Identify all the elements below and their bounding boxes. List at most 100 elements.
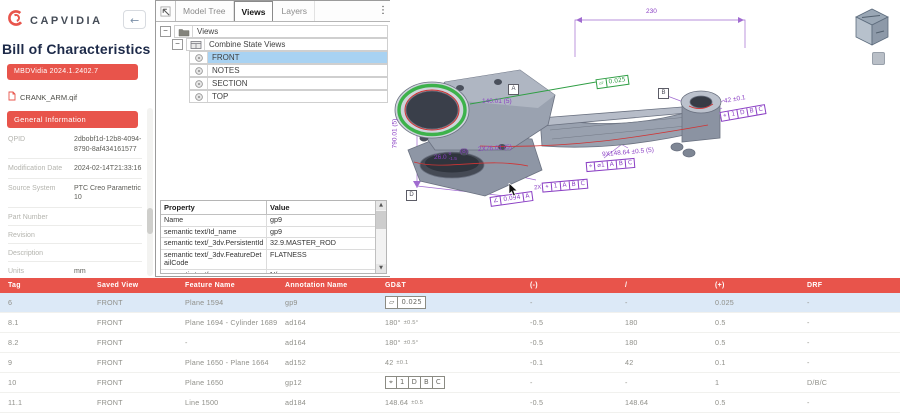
dim-790-01[interactable]: 790.01 (5) <box>391 119 398 149</box>
tab-layers[interactable]: Layers <box>274 1 315 21</box>
mouse-cursor <box>508 182 519 202</box>
cell-nominal: 180 <box>625 338 638 347</box>
tab-views[interactable]: Views <box>233 1 274 21</box>
tree-view-top[interactable]: TOP <box>189 90 390 103</box>
cell-minus: - <box>530 378 533 387</box>
scrollbar-thumb[interactable] <box>147 208 153 234</box>
file-item[interactable]: CRANK_ARM.qif <box>8 91 77 103</box>
info-value: mm <box>74 267 86 275</box>
fcf-segment: C <box>758 105 764 114</box>
panel-menu-icon[interactable]: ⋮ <box>376 1 390 21</box>
view-icon <box>194 92 203 101</box>
tab-model-tree[interactable]: Model Tree <box>176 1 234 21</box>
crank-arm-model[interactable] <box>390 0 900 278</box>
info-label: QPID <box>8 136 26 143</box>
col-header--: (-) <box>530 282 538 289</box>
datum-d[interactable]: D <box>406 190 417 201</box>
property-row-semantic-text-3dv-persistentid[interactable]: semantic text/_3dv.PersistentId 32.9.MAST… <box>161 238 376 250</box>
page-title: Bill of Characteristics <box>2 41 151 57</box>
view-icon <box>194 53 203 62</box>
tree-root-views[interactable]: − Views <box>160 25 390 38</box>
boc-row-8-1[interactable]: 8.1 FRONT Plane 1694 - Cylinder 1689 ad164 1… <box>0 313 900 333</box>
dim-text: 26.0 <box>434 154 447 162</box>
cell-annotation-name: gp9 <box>285 298 298 307</box>
boc-row-9[interactable]: 9 FRONT Plane 1650 - Plane 1664 ad152 42 ±0.1… <box>0 353 900 373</box>
cell-feature-name: Line 1500 <box>185 398 219 407</box>
fcf-segment: A <box>524 192 530 200</box>
property-row-semantic-text-3dv-featuredetailcode[interactable]: semantic text/_3dv.FeatureDetailCode FLAT… <box>161 249 376 270</box>
general-information-header[interactable]: General Information <box>7 111 138 128</box>
viewport-3d[interactable]: 230 140.01 (5) 790.01 (5) 26.0 0 -1.5 (8) 2X76.… <box>390 0 900 278</box>
property-value: FLATNESS <box>266 249 376 269</box>
datum-a[interactable]: A <box>508 84 519 95</box>
views-tree: − Views − Combine State Views FRONT NOTES SECT… <box>156 22 390 103</box>
property-row-semantic-text-id-name[interactable]: semantic text/Id_name gp9 <box>161 226 376 238</box>
cell-tag: 11.1 <box>8 398 23 407</box>
fcf-segment: ⌀1 <box>595 161 609 171</box>
back-button[interactable]: ← <box>123 10 146 29</box>
cell-feature-name: Plane 1594 <box>185 298 224 307</box>
cell-plus: 0.025 <box>715 298 734 307</box>
cell-feature-name: Plane 1694 - Cylinder 1689 <box>185 318 278 327</box>
boc-row-8-2[interactable]: 8.2 FRONT - ad164 180° ±0.5° -0.5 180 0.5- <box>0 333 900 353</box>
scrollbar-thumb[interactable] <box>376 211 386 229</box>
property-grid-scrollbar[interactable]: ▲ ▼ <box>375 201 386 273</box>
tree-group-combine-state-views[interactable]: − Combine State Views <box>172 38 390 51</box>
gdt-tolerance: ±0.5° <box>403 319 419 326</box>
collapse-icon[interactable]: − <box>160 26 171 37</box>
info-label: Modification Date <box>8 165 63 172</box>
col-header--: / <box>625 282 628 289</box>
cell-nominal: 180 <box>625 318 638 327</box>
tree-view-section[interactable]: SECTION <box>189 77 390 90</box>
datum-b[interactable]: B <box>658 88 669 99</box>
col-header-drf: DRF <box>807 282 823 289</box>
info-label: Units <box>8 267 24 275</box>
cell-gdt: ⌖ 1 D B C <box>385 376 530 389</box>
cell-tag: 8.2 <box>8 338 19 347</box>
boc-table-header: Tag Saved View Feature Name Annotation Name… <box>0 278 900 293</box>
ref-frame-8[interactable]: (8) <box>460 148 468 155</box>
boc-table: Tag Saved View Feature Name Annotation Name… <box>0 278 900 419</box>
col-header-saved-view: Saved View <box>97 282 139 289</box>
capvidia-logo-icon <box>7 9 25 32</box>
cell-annotation-name: ad184 <box>285 398 306 407</box>
dim-140-01[interactable]: 140.01 (5) <box>482 98 512 105</box>
boc-row-11-2[interactable]: 11.2FRONT-ad184148.64±0.5-0.5148.640.5- <box>0 413 900 419</box>
col-header--: (+) <box>715 282 725 289</box>
tree-view-notes[interactable]: NOTES <box>189 64 390 77</box>
cell-drf: - <box>807 398 810 407</box>
property-value: N/a <box>266 269 376 273</box>
scroll-down-icon[interactable]: ▼ <box>376 264 386 273</box>
info-value: 2dbobf1d-12b8-4094-8790-8af434161577 <box>74 136 142 153</box>
property-value: gp9 <box>266 215 376 226</box>
view-icon <box>194 66 203 75</box>
cell-minus: -0.5 <box>530 318 544 327</box>
dim-26[interactable]: 26.0 0 -1.5 <box>434 152 457 163</box>
boc-row-11-1[interactable]: 11.1 FRONT Line 1500 ad184 148.64 ±0.5 -0.5 148… <box>0 393 900 413</box>
collapse-icon[interactable]: − <box>172 39 183 50</box>
info-row-qpid: QPID 2dbobf1d-12b8-4094-8790-8af434161577 <box>8 130 142 159</box>
cell-minus: - <box>530 298 533 307</box>
dock-panel-icon[interactable] <box>156 1 176 21</box>
boc-row-10[interactable]: 10 FRONT Plane 1650 gp12 ⌖ 1 D B C - -1 D/B/C <box>0 373 900 393</box>
cell-drf: - <box>807 298 810 307</box>
value-column-header: Value <box>266 201 376 214</box>
dim-230[interactable]: 230 <box>646 8 657 15</box>
tree-view-front[interactable]: FRONT <box>189 51 390 64</box>
cell-plus: 1 <box>715 378 720 387</box>
col-header-gd-t: GD&T <box>385 282 407 289</box>
nav-tool-icon[interactable] <box>872 52 885 65</box>
scroll-up-icon[interactable]: ▲ <box>376 201 386 210</box>
cell-drf: - <box>807 358 810 367</box>
view-cube[interactable] <box>852 5 892 54</box>
info-row-source-system: Source System PTC Creo Parametric 10 <box>8 179 142 208</box>
info-row-revision: Revision <box>8 226 142 244</box>
sidebar-scrollbar[interactable] <box>147 108 153 276</box>
info-value: PTC Creo Parametric 10 <box>74 184 141 202</box>
gdt-segment: D <box>409 377 421 388</box>
cell-annotation-name: ad164 <box>285 338 306 347</box>
property-name: Name <box>164 215 184 224</box>
property-row-name[interactable]: Name gp9 <box>161 215 376 227</box>
boc-row-6[interactable]: 6 FRONT Plane 1594 gp9 ▱ 0.025- -0.025- <box>0 293 900 313</box>
property-row-semantic-text-[interactable]: semantic text/... N/a <box>161 269 376 273</box>
